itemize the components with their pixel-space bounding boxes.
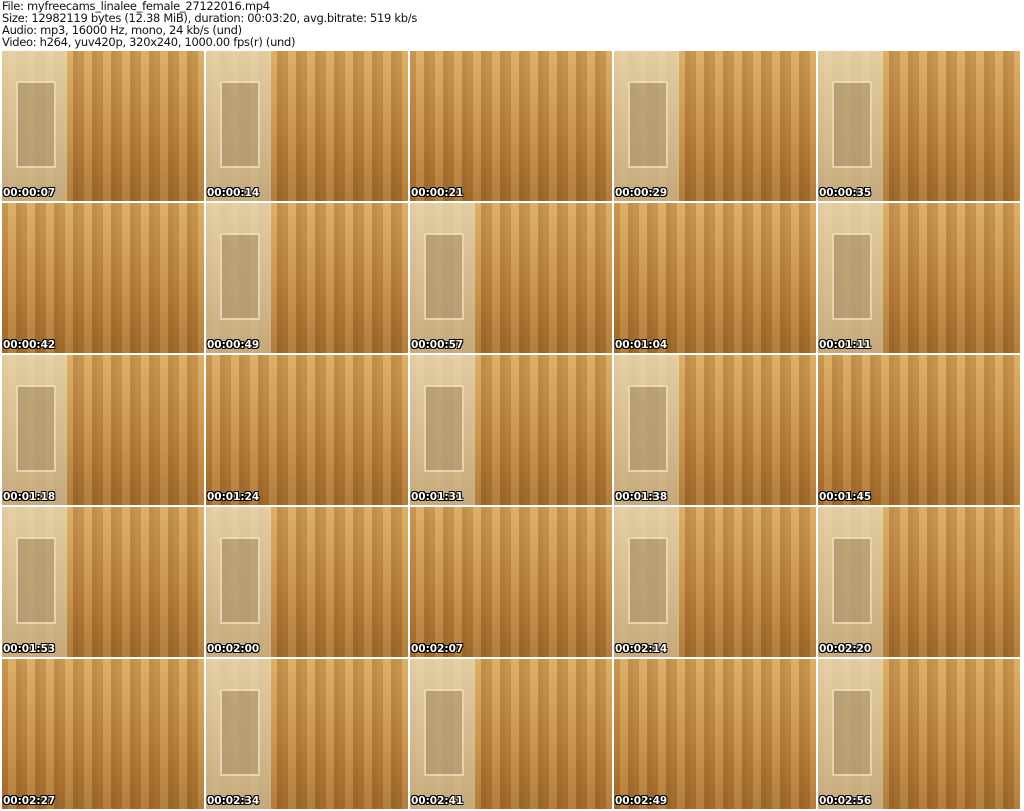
video-frame-thumbnail: 00:01:53 — [2, 507, 204, 657]
frame-timestamp: 00:01:53 — [3, 643, 56, 655]
video-frame-thumbnail: 00:02:14 — [614, 507, 816, 657]
frame-timestamp: 00:02:56 — [819, 795, 872, 807]
frame-timestamp: 00:01:18 — [3, 491, 56, 503]
frame-timestamp: 00:02:07 — [411, 643, 464, 655]
frame-timestamp: 00:02:41 — [411, 795, 464, 807]
frame-background — [206, 507, 271, 657]
video-frame-thumbnail: 00:02:56 — [818, 659, 1020, 809]
frame-background — [818, 51, 883, 201]
video-frame-thumbnail: 00:00:14 — [206, 51, 408, 201]
video-frame-thumbnail: 00:01:11 — [818, 203, 1020, 353]
frame-background — [410, 659, 475, 809]
frame-background — [818, 203, 883, 353]
frame-background — [206, 51, 271, 201]
frame-timestamp: 00:01:31 — [411, 491, 464, 503]
frame-background — [818, 659, 883, 809]
frame-timestamp: 00:02:20 — [819, 643, 872, 655]
frame-background — [2, 355, 67, 505]
frame-timestamp: 00:00:29 — [615, 187, 668, 199]
frame-background — [614, 51, 679, 201]
video-frame-thumbnail: 00:00:49 — [206, 203, 408, 353]
frame-background — [206, 659, 271, 809]
frame-timestamp: 00:02:14 — [615, 643, 668, 655]
video-frame-thumbnail: 00:00:35 — [818, 51, 1020, 201]
video-frame-thumbnail: 00:01:18 — [2, 355, 204, 505]
frame-timestamp: 00:02:27 — [3, 795, 56, 807]
video-frame-thumbnail: 00:02:27 — [2, 659, 204, 809]
video-frame-thumbnail: 00:00:57 — [410, 203, 612, 353]
frame-timestamp: 00:02:49 — [615, 795, 668, 807]
frame-timestamp: 00:00:14 — [207, 187, 260, 199]
video-frame-thumbnail: 00:02:07 — [410, 507, 612, 657]
video-frame-thumbnail: 00:02:20 — [818, 507, 1020, 657]
frame-timestamp: 00:00:57 — [411, 339, 464, 351]
frame-timestamp: 00:01:38 — [615, 491, 668, 503]
frame-background — [206, 203, 271, 353]
frame-background — [2, 507, 67, 657]
frame-timestamp: 00:02:00 — [207, 643, 260, 655]
frame-timestamp: 00:00:35 — [819, 187, 872, 199]
video-frame-thumbnail: 00:00:21 — [410, 51, 612, 201]
video-frame-thumbnail: 00:01:45 — [818, 355, 1020, 505]
frame-background — [614, 507, 679, 657]
video-frame-thumbnail: 00:02:49 — [614, 659, 816, 809]
video-frame-thumbnail: 00:01:04 — [614, 203, 816, 353]
thumbnail-grid: 00:00:07 00:00:14 00:00:21 00:00:29 00:00:35… — [2, 51, 1020, 809]
frame-timestamp: 00:01:45 — [819, 491, 872, 503]
video-frame-thumbnail: 00:02:00 — [206, 507, 408, 657]
frame-timestamp: 00:00:49 — [207, 339, 260, 351]
frame-timestamp: 00:01:24 — [207, 491, 260, 503]
video-frame-thumbnail: 00:02:34 — [206, 659, 408, 809]
frame-timestamp: 00:01:11 — [819, 339, 872, 351]
frame-background — [410, 355, 475, 505]
frame-timestamp: 00:00:21 — [411, 187, 464, 199]
frame-background — [2, 51, 67, 201]
frame-timestamp: 00:00:07 — [3, 187, 56, 199]
frame-background — [818, 507, 883, 657]
video-frame-thumbnail: 00:01:24 — [206, 355, 408, 505]
frame-background — [614, 355, 679, 505]
video-frame-thumbnail: 00:00:07 — [2, 51, 204, 201]
frame-timestamp: 00:01:04 — [615, 339, 668, 351]
video-frame-thumbnail: 00:00:29 — [614, 51, 816, 201]
frame-timestamp: 00:02:34 — [207, 795, 260, 807]
video-frame-thumbnail: 00:00:42 — [2, 203, 204, 353]
frame-background — [410, 203, 475, 353]
frame-timestamp: 00:00:42 — [3, 339, 56, 351]
video-frame-thumbnail: 00:02:41 — [410, 659, 612, 809]
video-frame-thumbnail: 00:01:31 — [410, 355, 612, 505]
video-frame-thumbnail: 00:01:38 — [614, 355, 816, 505]
video-info: Video: h264, yuv420p, 320x240, 1000.00 f… — [2, 35, 296, 49]
file-info-header: File: myfreecams_linalee_female_27122016… — [2, 0, 417, 48]
